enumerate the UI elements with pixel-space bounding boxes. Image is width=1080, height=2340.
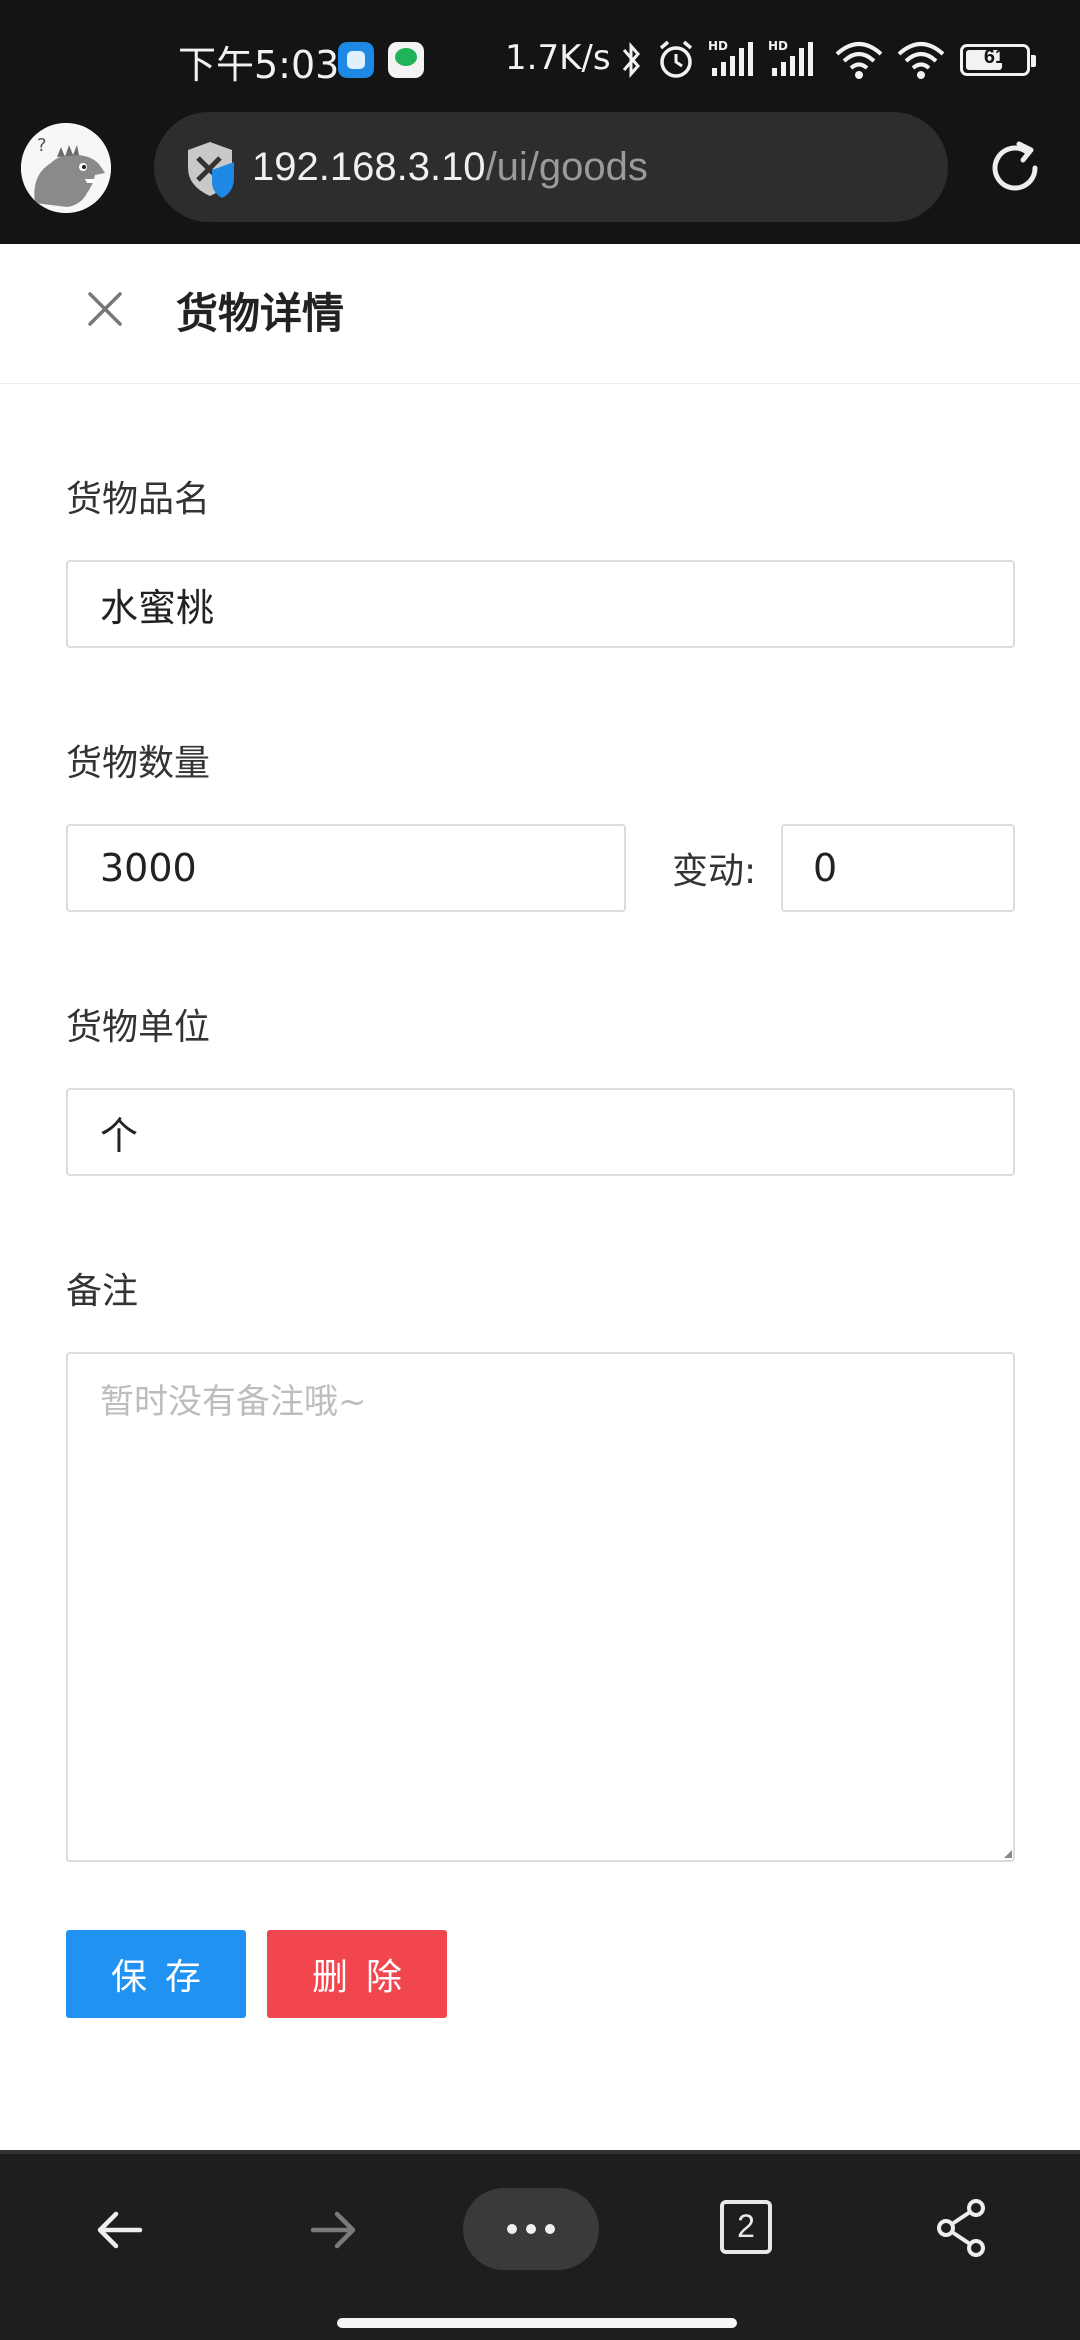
goods-name-label: 货物品名 bbox=[66, 479, 211, 520]
wechat-notification-icon bbox=[388, 42, 424, 78]
url-text[interactable]: 192.168.3.10/ui/goods bbox=[252, 145, 648, 190]
url-path: /ui/goods bbox=[485, 145, 648, 189]
signal-hd-icon: HD bbox=[708, 39, 753, 76]
remark-label: 备注 bbox=[66, 1271, 139, 1312]
reload-icon[interactable] bbox=[985, 138, 1045, 198]
signal-hd-icon: HD bbox=[768, 39, 813, 76]
wifi-icon bbox=[835, 42, 883, 79]
address-bar[interactable]: 192.168.3.10/ui/goods bbox=[154, 112, 948, 222]
goods-unit-input[interactable] bbox=[66, 1088, 1015, 1176]
wifi-icon bbox=[897, 42, 945, 79]
security-shield-icon[interactable] bbox=[184, 140, 238, 198]
status-time: 下午5:03 bbox=[178, 43, 340, 87]
avatar[interactable]: ? bbox=[21, 123, 111, 213]
goods-unit-label: 货物单位 bbox=[66, 1007, 211, 1048]
url-host: 192.168.3.10 bbox=[252, 145, 486, 189]
quantity-change-input[interactable] bbox=[781, 824, 1015, 912]
page-header: 货物详情 bbox=[0, 244, 1080, 384]
back-arrow-icon[interactable] bbox=[92, 2202, 148, 2258]
bluetooth-icon bbox=[622, 42, 640, 78]
share-icon[interactable] bbox=[936, 2198, 988, 2258]
more-dots-icon bbox=[507, 2224, 555, 2234]
forward-arrow-icon[interactable] bbox=[305, 2202, 361, 2258]
tab-count: 2 bbox=[737, 2208, 755, 2244]
close-icon[interactable] bbox=[82, 286, 128, 332]
home-indicator[interactable] bbox=[337, 2318, 737, 2328]
svg-text:HD: HD bbox=[768, 39, 788, 53]
browser-bottom-toolbar: 2 bbox=[0, 2150, 1080, 2340]
goods-quantity-label: 货物数量 bbox=[66, 743, 211, 784]
browser-toolbar: ? 192.168.3.10/ui/goods bbox=[0, 110, 1080, 244]
svg-text:?: ? bbox=[37, 135, 47, 156]
app-notification-icon bbox=[338, 42, 374, 78]
remark-textarea[interactable] bbox=[66, 1352, 1015, 1862]
alarm-icon bbox=[659, 40, 693, 78]
page-title: 货物详情 bbox=[176, 289, 345, 338]
delete-button[interactable]: 删除 bbox=[267, 1930, 447, 2018]
status-bar: 下午5:03 1.7K/s HD HD 61 bbox=[0, 0, 1080, 110]
menu-button[interactable] bbox=[463, 2188, 599, 2270]
goods-name-input[interactable] bbox=[66, 560, 1015, 648]
quantity-change-label: 变动: bbox=[672, 851, 757, 892]
save-button[interactable]: 保存 bbox=[66, 1930, 246, 2018]
resize-grip-icon[interactable] bbox=[1004, 1850, 1012, 1858]
tabs-button[interactable]: 2 bbox=[720, 2200, 772, 2254]
goods-quantity-input[interactable] bbox=[66, 824, 626, 912]
battery-icon: 61 bbox=[960, 44, 1036, 76]
dinosaur-avatar-icon: ? bbox=[21, 123, 111, 213]
svg-text:HD: HD bbox=[708, 39, 728, 53]
network-speed: 1.7K/s bbox=[505, 38, 611, 78]
battery-level: 61 bbox=[983, 46, 1007, 68]
